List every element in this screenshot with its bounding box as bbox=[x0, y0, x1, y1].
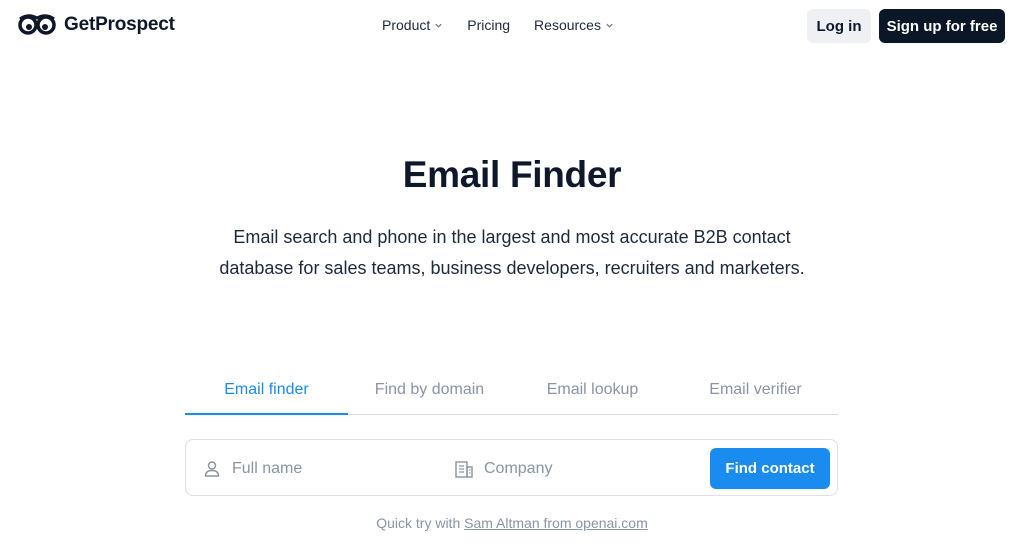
brand-name: GetProspect bbox=[64, 14, 175, 35]
page-subtitle: Email search and phone in the largest an… bbox=[219, 227, 805, 278]
full-name-input[interactable] bbox=[232, 459, 432, 478]
tab-email-verifier[interactable]: Email verifier bbox=[674, 376, 837, 414]
building-icon bbox=[455, 460, 473, 478]
user-icon bbox=[204, 460, 220, 477]
login-button[interactable]: Log in bbox=[807, 9, 871, 43]
nav-resources-label: Resources bbox=[534, 17, 601, 33]
page-title: Email Finder bbox=[402, 154, 622, 195]
search-form: Find contact bbox=[185, 439, 838, 496]
signup-button[interactable]: Sign up for free bbox=[879, 9, 1005, 43]
nav-product-label: Product bbox=[382, 17, 431, 33]
nav-product[interactable]: Product bbox=[382, 17, 443, 33]
nav-pricing[interactable]: Pricing bbox=[467, 17, 510, 33]
quick-try-prefix: Quick try with bbox=[376, 515, 461, 531]
full-name-field bbox=[202, 440, 432, 497]
chevron-down-icon bbox=[435, 23, 442, 28]
quick-try-link[interactable]: Sam Altman from openai.com bbox=[464, 515, 648, 531]
company-field bbox=[454, 440, 684, 497]
tab-email-finder[interactable]: Email finder bbox=[185, 376, 348, 415]
finder-tabs: Email finder Find by domain Email lookup… bbox=[185, 376, 838, 415]
chevron-down-icon bbox=[606, 23, 613, 28]
quick-try: Quick try with Sam Altman from openai.co… bbox=[0, 515, 1024, 531]
tab-find-by-domain[interactable]: Find by domain bbox=[348, 376, 511, 414]
nav-pricing-label: Pricing bbox=[467, 17, 511, 33]
find-contact-button[interactable]: Find contact bbox=[710, 448, 830, 489]
nav-resources[interactable]: Resources bbox=[534, 17, 614, 33]
company-input[interactable] bbox=[484, 459, 684, 478]
brand-logo[interactable]: GetProspect bbox=[18, 13, 175, 37]
site-header: GetProspect Product Pricing Resources Lo… bbox=[0, 0, 1024, 52]
owl-eyes-logo-icon bbox=[18, 14, 56, 35]
tab-email-lookup[interactable]: Email lookup bbox=[511, 376, 674, 414]
main-nav: Product Pricing Resources bbox=[382, 17, 614, 33]
